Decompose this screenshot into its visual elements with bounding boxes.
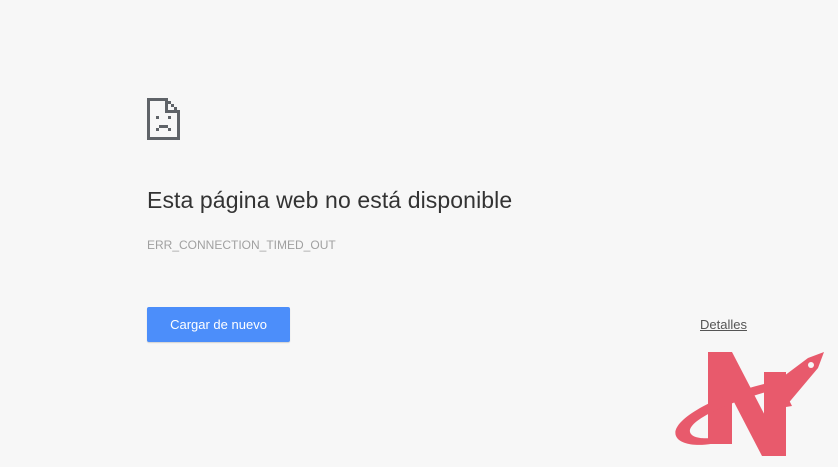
reload-button[interactable]: Cargar de nuevo [147, 307, 290, 342]
sad-page-icon [147, 98, 180, 140]
error-title: Esta página web no está disponible [147, 187, 513, 213]
rocket-n-logo [675, 352, 824, 456]
details-link[interactable]: Detalles [700, 317, 747, 332]
error-code: ERR_CONNECTION_TIMED_OUT [147, 238, 336, 252]
error-page: Esta página web no está disponible ERR_C… [0, 0, 838, 467]
